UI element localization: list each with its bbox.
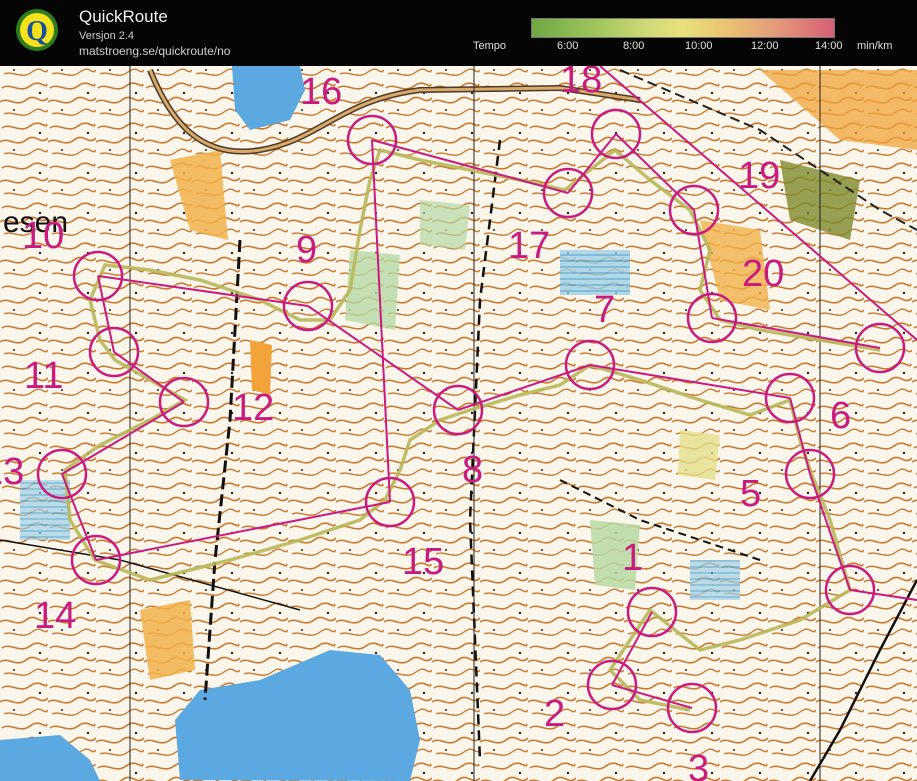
pace-tick: 14:00 (815, 40, 843, 52)
app-title: QuickRoute (79, 7, 168, 26)
pace-unit: min/km (857, 40, 893, 52)
app-version: Versjon 2.4 (79, 30, 135, 42)
control-label-15: 15 (402, 541, 444, 583)
control-label-3: 3 (688, 748, 709, 781)
orienteering-map[interactable]: esen 1 2 3 5 6 7 8 9 10 11 12 13 14 15 1… (0, 66, 917, 781)
control-label-19: 19 (738, 155, 780, 197)
app-url[interactable]: matstroeng.se/quickroute/no (79, 44, 230, 58)
control-label-2: 2 (544, 693, 565, 735)
control-label-1: 1 (622, 537, 643, 579)
control-label-20: 20 (742, 253, 784, 295)
pace-tick: 12:00 (751, 40, 779, 52)
control-label-17: 17 (508, 225, 550, 267)
quickroute-logo-icon: Q (16, 9, 58, 51)
control-label-5: 5 (740, 473, 761, 515)
control-label-18: 18 (560, 66, 602, 101)
pace-legend-label: Tempo (473, 40, 507, 52)
control-label-12: 12 (232, 387, 274, 429)
svg-text:Q: Q (26, 16, 48, 47)
control-label-8: 8 (462, 449, 483, 491)
pace-color-scale (531, 18, 835, 38)
control-label-9: 9 (296, 229, 317, 271)
control-label-11: 11 (24, 355, 63, 397)
pace-tick: 10:00 (685, 40, 713, 52)
pace-tick: 8:00 (623, 40, 645, 52)
control-label-10: 10 (22, 215, 64, 257)
map-canvas[interactable]: esen 1 2 3 5 6 7 8 9 10 11 12 13 14 15 1… (0, 66, 917, 781)
control-label-13: 13 (0, 451, 24, 493)
control-label-7: 7 (594, 289, 615, 331)
control-label-14: 14 (34, 595, 76, 637)
header-bar: Q QuickRoute Versjon 2.4 matstroeng.se/q… (0, 0, 917, 66)
control-label-6: 6 (830, 395, 851, 437)
control-label-16: 16 (300, 71, 342, 113)
pace-tick: 6:00 (557, 40, 579, 52)
